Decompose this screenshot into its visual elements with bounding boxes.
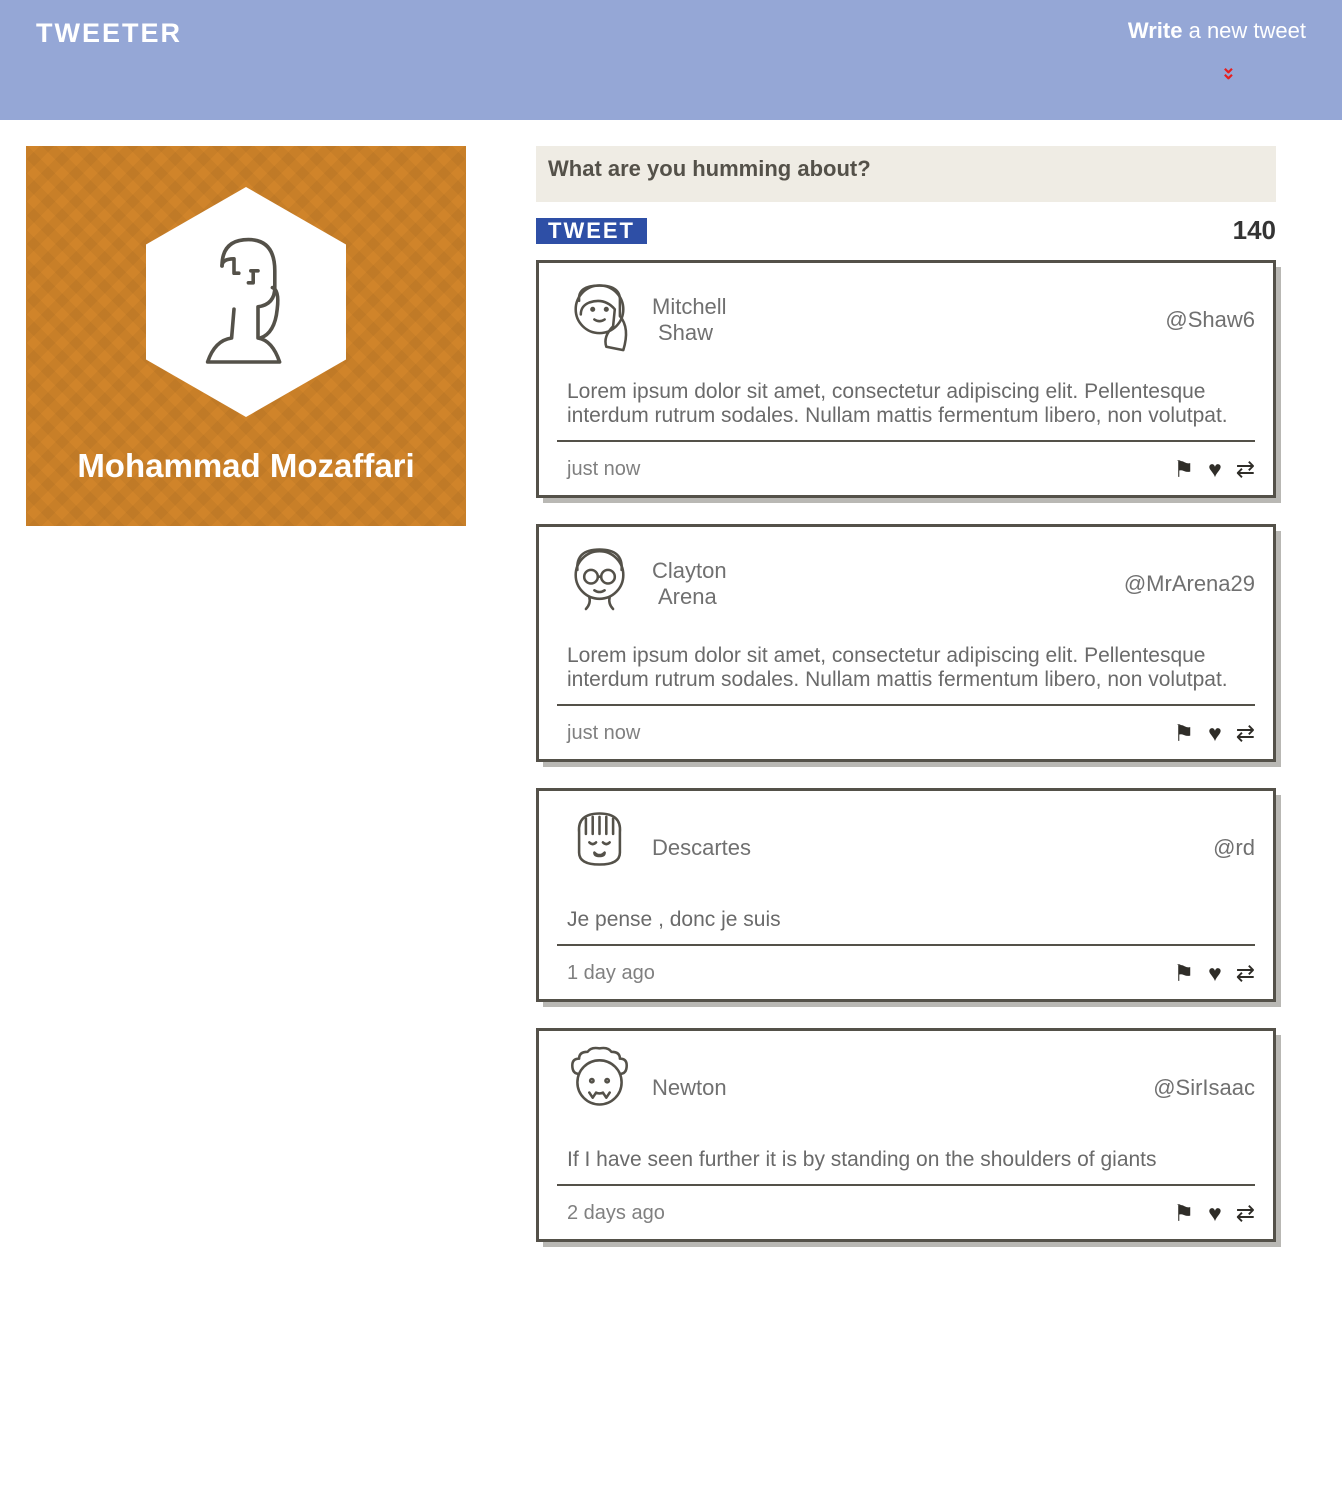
write-rest: a new tweet: [1182, 18, 1306, 43]
brand-logo[interactable]: tweeter: [36, 18, 182, 49]
navbar: tweeter Write a new tweet ⌄⌄: [0, 0, 1342, 120]
profile-name: Mohammad Mozaffari: [77, 447, 414, 485]
tweet-body: Je pense , donc je suis: [557, 890, 1255, 946]
tweet-header: Newton @SirIsaac: [557, 1045, 1255, 1130]
tweet-body: If I have seen further it is by standing…: [557, 1130, 1255, 1186]
heart-icon[interactable]: ♥: [1208, 720, 1222, 747]
tweet-handle: @Shaw6: [1165, 307, 1255, 333]
tweet-button[interactable]: Tweet: [536, 218, 647, 244]
tweet-handle: @MrArena29: [1124, 571, 1255, 597]
tweet-footer: 2 days ago ⚑ ♥ ⇄: [557, 1186, 1255, 1227]
tweet-card: ClaytonArena @MrArena29 Lorem ipsum dolor …: [536, 524, 1276, 762]
avatar-icon: [557, 805, 642, 890]
tweet-time: 2 days ago: [567, 1202, 665, 1225]
flag-icon[interactable]: ⚑: [1173, 960, 1194, 987]
flag-icon[interactable]: ⚑: [1173, 720, 1194, 747]
tweet-time: just now: [567, 722, 640, 745]
heart-icon[interactable]: ♥: [1208, 960, 1222, 987]
retweet-icon[interactable]: ⇄: [1236, 1200, 1255, 1227]
retweet-icon[interactable]: ⇄: [1236, 720, 1255, 747]
tweet-footer: 1 day ago ⚑ ♥ ⇄: [557, 946, 1255, 987]
char-counter: 140: [1233, 215, 1276, 246]
tweet-card: MitchellShaw @Shaw6 Lorem ipsum dolor sit …: [536, 260, 1276, 498]
chevron-down-icon[interactable]: ⌄⌄: [1128, 64, 1306, 76]
write-area: Write a new tweet ⌄⌄: [1128, 18, 1306, 76]
tweet-feed: MitchellShaw @Shaw6 Lorem ipsum dolor sit …: [536, 260, 1276, 1242]
tweet-last-name: Shaw: [652, 320, 727, 346]
tweet-actions: ⚑ ♥ ⇄: [1173, 720, 1255, 747]
tweet-user: ClaytonArena: [652, 558, 727, 610]
tweet-header: ClaytonArena @MrArena29: [557, 541, 1255, 626]
tweet-body: Lorem ipsum dolor sit amet, consectetur …: [557, 362, 1255, 442]
avatar-icon: [557, 277, 642, 362]
tweet-user: MitchellShaw: [652, 294, 727, 346]
tweet-user: Descartes: [652, 835, 751, 861]
compose-input[interactable]: [536, 146, 1276, 202]
profile-card: Mohammad Mozaffari: [26, 146, 466, 526]
flag-icon[interactable]: ⚑: [1173, 1200, 1194, 1227]
tweet-actions: ⚑ ♥ ⇄: [1173, 960, 1255, 987]
tweet-first-name: Mitchell: [652, 294, 727, 320]
heart-icon[interactable]: ♥: [1208, 456, 1222, 483]
tweet-first-name: Descartes: [652, 835, 751, 861]
tweet-first-name: Newton: [652, 1075, 727, 1101]
profile-avatar-icon: [186, 227, 306, 377]
tweet-time: 1 day ago: [567, 962, 655, 985]
retweet-icon[interactable]: ⇄: [1236, 960, 1255, 987]
avatar-icon: [557, 541, 642, 626]
avatar-hexagon: [146, 187, 346, 417]
main-feed: Tweet 140 MitchellShaw @Shaw6 Lorem ipsum …: [536, 146, 1276, 1268]
tweet-body: Lorem ipsum dolor sit amet, consectetur …: [557, 626, 1255, 706]
tweet-time: just now: [567, 458, 640, 481]
tweet-first-name: Clayton: [652, 558, 727, 584]
avatar-icon: [557, 1045, 642, 1130]
tweet-header: MitchellShaw @Shaw6: [557, 277, 1255, 362]
tweet-handle: @SirIsaac: [1153, 1075, 1255, 1101]
tweet-card: Newton @SirIsaac If I have seen further it…: [536, 1028, 1276, 1242]
tweet-footer: just now ⚑ ♥ ⇄: [557, 706, 1255, 747]
tweet-user: Newton: [652, 1075, 727, 1101]
retweet-icon[interactable]: ⇄: [1236, 456, 1255, 483]
write-tweet-link[interactable]: Write a new tweet: [1128, 18, 1306, 43]
tweet-card: Descartes@rdJe pense , donc je suis1 day…: [536, 788, 1276, 1002]
compose-row: Tweet 140: [536, 215, 1276, 246]
main-container: Mohammad Mozaffari Tweet 140 MitchellSha…: [0, 120, 1342, 1294]
flag-icon[interactable]: ⚑: [1173, 456, 1194, 483]
write-bold: Write: [1128, 18, 1183, 43]
tweet-actions: ⚑ ♥ ⇄: [1173, 1200, 1255, 1227]
tweet-handle: @rd: [1213, 835, 1255, 861]
tweet-actions: ⚑ ♥ ⇄: [1173, 456, 1255, 483]
tweet-footer: just now ⚑ ♥ ⇄: [557, 442, 1255, 483]
heart-icon[interactable]: ♥: [1208, 1200, 1222, 1227]
tweet-header: Descartes @rd: [557, 805, 1255, 890]
tweet-last-name: Arena: [652, 584, 727, 610]
